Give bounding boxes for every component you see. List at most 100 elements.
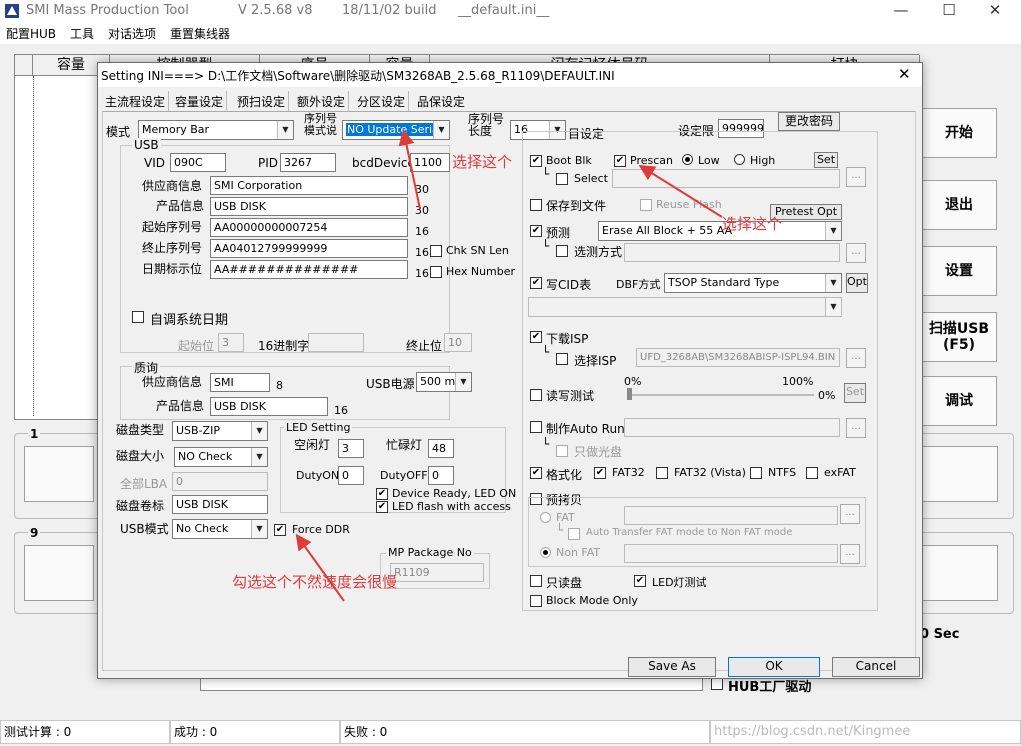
boot-set-button[interactable]: Set — [814, 152, 838, 168]
download-isp-checkbox[interactable]: ✔ — [530, 331, 542, 343]
exit-button[interactable]: 退出 — [921, 180, 997, 230]
select-isp-checkbox[interactable] — [556, 353, 568, 365]
start-button[interactable]: 开始 — [921, 108, 997, 158]
duty-on-input[interactable]: 0 — [338, 466, 364, 485]
usb-mode-select[interactable]: No Check ▼ — [172, 519, 268, 539]
hub-driver-checkbox[interactable] — [711, 678, 723, 690]
fat32-vista-checkbox[interactable] — [656, 467, 668, 479]
volume-label-input[interactable]: USB DISK — [172, 495, 268, 514]
end-bit-input[interactable]: 10 — [444, 333, 472, 352]
usb-power-select[interactable]: 500 mA ▼ — [416, 372, 472, 392]
menu-dialog-options[interactable]: 对话选项 — [108, 25, 156, 42]
browse-button[interactable]: ... — [846, 348, 866, 368]
save-file-checkbox[interactable] — [530, 199, 542, 211]
readonly-checkbox[interactable] — [530, 575, 542, 587]
erase-mode-select[interactable]: Erase All Block + 55 AA ▼ — [598, 221, 842, 241]
low-radio[interactable] — [682, 154, 693, 165]
exfat-checkbox[interactable] — [806, 467, 818, 479]
opt-button[interactable]: Opt — [846, 273, 868, 293]
tab-main-flow[interactable]: 主流程设定 — [102, 91, 170, 111]
disk-type-select[interactable]: USB-ZIP ▼ — [172, 421, 268, 441]
idle-led-input[interactable]: 3 — [338, 439, 364, 458]
settings-button[interactable]: 设置 — [921, 246, 997, 296]
end-serial-input[interactable]: AA04012799999999 — [210, 239, 408, 258]
rw-set-button[interactable]: Set — [844, 383, 866, 403]
hex-number-checkbox[interactable] — [430, 266, 442, 278]
led-flash-checkbox[interactable]: ✔ — [376, 501, 388, 513]
vid-input[interactable]: 090C — [170, 153, 226, 172]
debug-button[interactable]: 调试 — [921, 376, 997, 426]
tab-quality[interactable]: 品保设定 — [414, 91, 468, 111]
start-serial-input[interactable]: AA00000000007254 — [210, 218, 408, 237]
boot-blk-checkbox[interactable]: ✔ — [530, 155, 542, 167]
serial-length-label: 序列号 长度 — [468, 112, 505, 138]
ok-button[interactable]: OK — [728, 657, 820, 677]
browse-button[interactable]: ... — [840, 544, 860, 564]
ntfs-checkbox[interactable] — [750, 467, 762, 479]
reuse-flash-checkbox[interactable] — [640, 199, 652, 211]
fat32-checkbox[interactable]: ✔ — [594, 467, 606, 479]
maximize-icon[interactable]: ☐ — [926, 0, 972, 22]
tab-capacity[interactable]: 容量设定 — [172, 91, 228, 111]
disk-size-select[interactable]: NO Check ▼ — [174, 447, 268, 467]
cd-only-checkbox[interactable] — [556, 445, 568, 457]
browse-button[interactable]: ... — [846, 243, 866, 263]
autorun-checkbox[interactable] — [530, 421, 542, 433]
tab-prescan[interactable]: 预扫设定 — [234, 91, 290, 111]
select-checkbox[interactable] — [556, 173, 568, 185]
rw-test-checkbox[interactable] — [530, 389, 542, 401]
date-marker-input[interactable]: AA############## — [210, 260, 408, 279]
cid-select[interactable]: ▼ — [528, 297, 842, 317]
quality-product-input[interactable]: USB DISK — [210, 397, 328, 416]
vendor-input[interactable]: SMI Corporation — [210, 176, 408, 195]
force-ddr-checkbox[interactable]: ✔ — [274, 524, 286, 536]
menu-tools[interactable]: 工具 — [70, 25, 94, 42]
change-password-button[interactable]: 更改密码 — [778, 112, 840, 131]
close-icon[interactable]: ✕ — [972, 0, 1018, 22]
rw-progress-thumb[interactable] — [627, 388, 632, 400]
write-cid-checkbox[interactable]: ✔ — [530, 277, 542, 289]
minimize-icon[interactable]: — — [878, 0, 924, 22]
non-fat-radio[interactable] — [540, 547, 551, 558]
product-input[interactable]: USB DISK — [210, 197, 408, 216]
save-as-button[interactable]: Save As — [628, 657, 716, 677]
pid-input[interactable]: 3267 — [280, 153, 336, 172]
busy-led-input[interactable]: 48 — [428, 439, 454, 458]
pretest-checkbox[interactable]: ✔ — [530, 225, 542, 237]
total-lba-input[interactable]: 0 — [172, 472, 268, 491]
led-test-checkbox[interactable]: ✔ — [634, 575, 646, 587]
prescan-checkbox[interactable]: ✔ — [614, 155, 626, 167]
scan-usb-button[interactable]: 扫描USB (F5) — [921, 312, 997, 362]
high-radio[interactable] — [734, 154, 745, 165]
dialog-close-icon[interactable]: ✕ — [898, 65, 911, 83]
block-mode-checkbox[interactable] — [530, 595, 542, 607]
menu-reset-hub[interactable]: 重置集线器 — [170, 25, 230, 42]
port-slot[interactable] — [24, 446, 94, 502]
duty-off-input[interactable]: 0 — [428, 466, 454, 485]
pretest-method-checkbox[interactable] — [556, 245, 568, 257]
browse-button[interactable]: ... — [840, 504, 860, 524]
device-ready-checkbox[interactable]: ✔ — [376, 488, 388, 500]
menu-config-hub[interactable]: 配置HUB — [6, 25, 56, 42]
browse-button[interactable]: ... — [846, 167, 866, 187]
hex-char-input[interactable] — [308, 333, 364, 352]
chk-sn-len-checkbox[interactable] — [430, 245, 442, 257]
port-slot[interactable] — [24, 545, 94, 601]
port-slot[interactable] — [922, 446, 998, 502]
cancel-button[interactable]: Cancel — [832, 657, 920, 677]
port-slot[interactable] — [922, 545, 998, 601]
tab-partition[interactable]: 分区设定 — [354, 91, 410, 111]
start-bit-input[interactable]: 3 — [218, 333, 244, 352]
auto-transfer-checkbox[interactable] — [568, 528, 580, 540]
mode-select[interactable]: Memory Bar ▼ — [138, 120, 294, 140]
bcd-input[interactable]: 1100 — [410, 153, 450, 172]
serial-mode-select[interactable]: NO Update Serial ▼ — [342, 120, 450, 140]
quality-vendor-input[interactable]: SMI — [210, 373, 270, 392]
tab-extra[interactable]: 额外设定 — [294, 91, 350, 111]
autorun-input — [624, 418, 840, 437]
fat-radio[interactable] — [540, 512, 551, 523]
format-checkbox[interactable]: ✔ — [530, 467, 542, 479]
dbf-select[interactable]: TSOP Standard Type ▼ — [664, 273, 842, 293]
browse-button[interactable]: ... — [846, 418, 866, 438]
auto-date-checkbox[interactable] — [132, 311, 144, 323]
